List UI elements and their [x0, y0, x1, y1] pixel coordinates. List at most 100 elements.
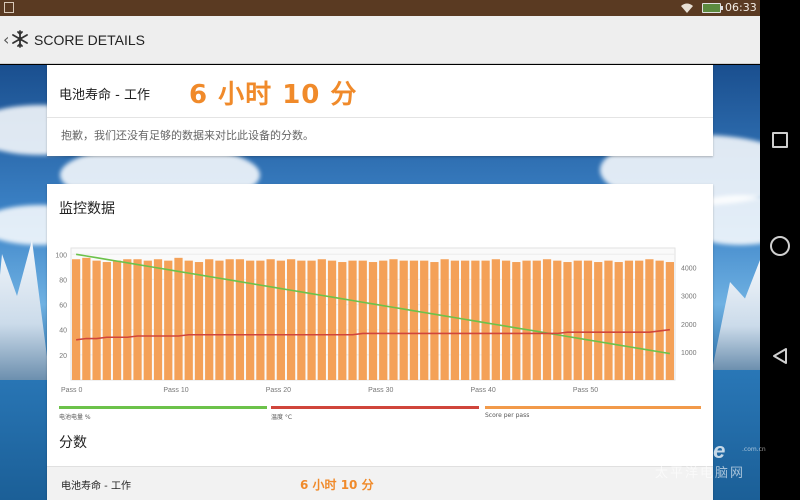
x-tick-label: Pass 50: [573, 387, 598, 394]
score-bar: [143, 260, 152, 380]
left-tick-label: 60: [59, 303, 67, 310]
score-bar: [225, 259, 234, 380]
score-bar: [123, 259, 132, 380]
score-bar: [297, 260, 306, 380]
chart-legend: 电池电量 % 温度 °C Score per pass: [59, 406, 701, 426]
score-bar: [604, 260, 613, 380]
score-bar: [440, 259, 449, 380]
x-tick-label: Pass 30: [368, 387, 393, 394]
notification-icon: [4, 2, 14, 13]
score-row-label: 电池寿命 - 工作: [61, 481, 131, 492]
score-bar: [501, 260, 511, 380]
score-bar: [133, 259, 142, 380]
score-bar: [665, 262, 674, 380]
score-bar: [307, 260, 316, 380]
score-bar: [379, 260, 388, 380]
score-bar: [481, 260, 490, 380]
right-tick-label: 3000: [681, 294, 697, 301]
back-nav-button[interactable]: [770, 346, 790, 366]
right-tick-label: 4000: [681, 266, 697, 273]
score-bar: [368, 262, 378, 380]
score-bar: [542, 259, 552, 380]
left-tick-label: 20: [59, 353, 67, 360]
home-button[interactable]: [770, 236, 790, 256]
score-bar: [72, 259, 81, 380]
score-bar: [532, 260, 541, 380]
score-bar: [553, 260, 562, 380]
score-bar: [153, 259, 163, 380]
wifi-icon: [681, 3, 693, 13]
monitoring-card: 监控数据 20 40 60 80 100 1000 2000 3000 4000 Pass 0 Pa…: [47, 184, 713, 500]
score-bar: [358, 260, 367, 380]
score-bar: [194, 262, 204, 380]
score-bar: [338, 262, 347, 380]
left-tick-label: 80: [59, 277, 67, 284]
notice-text: 抱歉，我们还没有足够的数据来对比此设备的分数。: [61, 129, 314, 142]
score-bar: [491, 259, 500, 380]
x-tick-label: Pass 0: [61, 387, 83, 394]
score-bar: [266, 259, 275, 380]
score-bar: [327, 260, 337, 380]
legend-item-temperature: 温度 °C: [271, 406, 479, 426]
legend-label: Score per pass: [485, 412, 530, 419]
score-bar: [82, 257, 91, 380]
score-bar: [522, 260, 531, 380]
x-tick-label: Pass 40: [470, 387, 495, 394]
score-bar: [235, 259, 245, 380]
recents-button[interactable]: [772, 132, 788, 148]
page-title: SCORE DETAILS: [34, 32, 145, 48]
battery-icon: [702, 3, 723, 13]
score-row-value: 6 小时 10 分: [300, 478, 374, 492]
score-bar: [655, 260, 664, 380]
back-chevron-icon[interactable]: ‹: [3, 30, 9, 49]
score-bar: [409, 260, 419, 380]
score-bar: [389, 259, 398, 380]
score-bar: [512, 262, 521, 380]
snowflake-icon[interactable]: [10, 29, 30, 49]
score-bar: [102, 262, 111, 380]
navigation-bar: [760, 0, 800, 500]
score-bar: [256, 260, 265, 380]
title-bar: ‹ SCORE DETAILS: [0, 16, 760, 64]
summary-card: 电池寿命 - 工作 6 小时 10 分 抱歉，我们还没有足够的数据来对比此设备的…: [47, 65, 713, 156]
left-tick-label: 40: [59, 328, 67, 335]
score-bar: [246, 260, 255, 380]
legend-item-battery: 电池电量 %: [59, 406, 267, 426]
score-bar: [614, 262, 623, 380]
monitoring-title: 监控数据: [59, 201, 115, 217]
score-bar: [645, 259, 654, 380]
metric-label: 电池寿命 - 工作: [59, 88, 150, 103]
x-tick-label: Pass 20: [266, 387, 291, 394]
score-bar: [348, 260, 357, 380]
divider: [47, 117, 713, 118]
score-row[interactable]: 电池寿命 - 工作 6 小时 10 分: [47, 466, 713, 500]
watermark-subtitle: 太平洋电脑网: [655, 466, 746, 481]
legend-label: 电池电量 %: [59, 414, 91, 421]
watermark-domain: .com.cn: [742, 446, 766, 453]
score-bar: [112, 260, 122, 380]
score-bar: [420, 260, 429, 380]
score-bar: [317, 259, 326, 380]
legend-item-score: Score per pass: [485, 406, 701, 426]
watermark-logo: PConline: [630, 438, 726, 463]
right-tick-label: 2000: [681, 322, 697, 329]
score-bar: [635, 260, 644, 380]
score-bar: [583, 260, 593, 380]
clock: 06:33: [725, 1, 757, 14]
left-tick-label: 100: [55, 252, 67, 259]
scores-title: 分数: [59, 435, 87, 451]
score-bar: [92, 260, 101, 380]
metric-value: 6 小时 10 分: [189, 80, 358, 110]
right-tick-label: 1000: [681, 350, 697, 357]
status-bar: 06:33: [0, 0, 760, 16]
score-bar: [573, 260, 582, 380]
monitoring-chart: 20 40 60 80 100 1000 2000 3000 4000 Pass 0 Pass 10…: [55, 247, 697, 394]
score-bar: [624, 260, 634, 380]
score-bar: [174, 257, 183, 380]
score-bar: [399, 260, 408, 380]
score-bar: [184, 260, 193, 380]
score-bar: [563, 262, 572, 380]
score-bar: [594, 262, 603, 380]
score-bar: [450, 260, 460, 380]
score-bar: [286, 259, 296, 380]
